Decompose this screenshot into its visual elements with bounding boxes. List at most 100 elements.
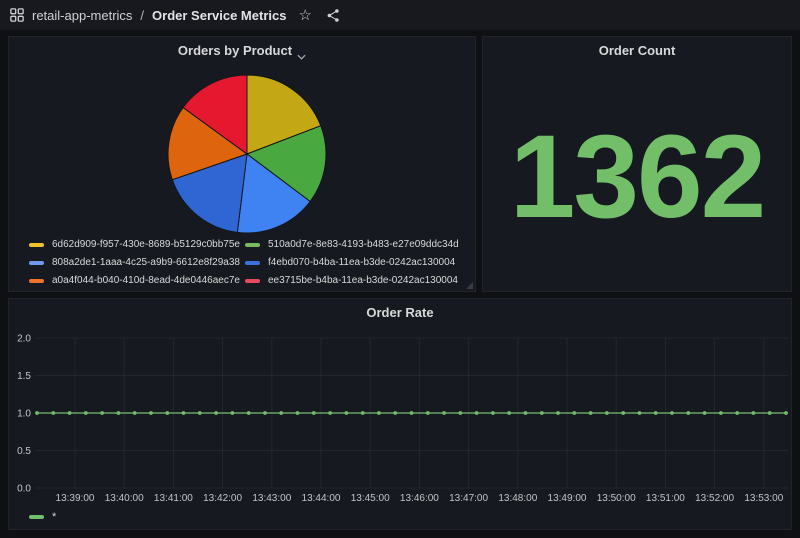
legend-swatch bbox=[29, 515, 44, 519]
data-point bbox=[572, 411, 576, 415]
legend-swatch bbox=[245, 261, 260, 265]
y-tick-label: 0.0 bbox=[17, 484, 31, 495]
data-point bbox=[198, 411, 202, 415]
y-tick-label: 1.5 bbox=[17, 371, 31, 382]
panel-title-menu-order-count[interactable]: Order Count bbox=[483, 37, 791, 63]
pie-legend-item[interactable]: 6d62d909-f957-430e-8689-b5129c0bb75e bbox=[29, 237, 245, 252]
data-point bbox=[589, 411, 593, 415]
data-point bbox=[84, 411, 88, 415]
top-navbar: retail-app-metrics / Order Service Metri… bbox=[0, 0, 800, 30]
legend-swatch bbox=[245, 243, 260, 247]
data-point bbox=[214, 411, 218, 415]
legend-label: a0a4f044-b040-410d-8ead-4de0446aec7e bbox=[52, 275, 240, 286]
data-point bbox=[752, 411, 756, 415]
data-point bbox=[621, 411, 625, 415]
breadcrumb-separator: / bbox=[140, 8, 144, 23]
data-point bbox=[410, 411, 414, 415]
data-point bbox=[556, 411, 560, 415]
data-point bbox=[768, 411, 772, 415]
x-tick-label: 13:47:00 bbox=[449, 493, 488, 504]
pie-legend-item[interactable]: 808a2de1-1aaa-4c25-a9b9-6612e8f29a38 bbox=[29, 255, 245, 270]
pie-legend: 6d62d909-f957-430e-8689-b5129c0bb75e 510a… bbox=[29, 237, 469, 288]
legend-swatch bbox=[245, 279, 260, 283]
legend-label: f4ebd070-b4ba-11ea-b3de-0242ac130004 bbox=[268, 257, 455, 268]
data-point bbox=[133, 411, 137, 415]
breadcrumb-dashboard-title[interactable]: Order Service Metrics bbox=[152, 8, 286, 23]
pie-legend-item[interactable]: ee3715be-b4ba-11ea-b3de-0242ac130004 bbox=[245, 273, 469, 288]
data-point bbox=[442, 411, 446, 415]
data-point bbox=[231, 411, 235, 415]
panel-orders-by-product: Orders by Product 6d62d909-f957-430e-868… bbox=[8, 36, 476, 292]
data-point bbox=[491, 411, 495, 415]
data-point bbox=[165, 411, 169, 415]
data-point bbox=[68, 411, 72, 415]
x-tick-label: 13:53:00 bbox=[744, 493, 783, 504]
data-point bbox=[719, 411, 723, 415]
panel-order-count: Order Count 1362 bbox=[482, 36, 792, 292]
data-point bbox=[328, 411, 332, 415]
breadcrumb-folder[interactable]: retail-app-metrics bbox=[32, 8, 132, 23]
data-point bbox=[279, 411, 283, 415]
legend-swatch bbox=[29, 261, 44, 265]
x-tick-label: 13:41:00 bbox=[154, 493, 193, 504]
data-point bbox=[263, 411, 267, 415]
x-tick-label: 13:43:00 bbox=[252, 493, 291, 504]
panel-title-menu-order-rate[interactable]: Order Rate bbox=[9, 299, 791, 325]
data-point bbox=[654, 411, 658, 415]
data-point bbox=[458, 411, 462, 415]
data-point bbox=[426, 411, 430, 415]
legend-swatch bbox=[29, 243, 44, 247]
legend-swatch bbox=[29, 279, 44, 283]
data-point bbox=[51, 411, 55, 415]
stat-value: 1362 bbox=[483, 63, 791, 291]
data-point bbox=[670, 411, 674, 415]
share-icon[interactable] bbox=[326, 8, 341, 23]
chevron-down-icon bbox=[297, 47, 306, 53]
data-point bbox=[735, 411, 739, 415]
panel-title: Orders by Product bbox=[178, 43, 292, 58]
x-tick-label: 13:52:00 bbox=[695, 493, 734, 504]
data-point bbox=[296, 411, 300, 415]
data-point bbox=[393, 411, 397, 415]
x-tick-label: 13:50:00 bbox=[597, 493, 636, 504]
legend-label: 510a0d7e-8e83-4193-b483-e27e09ddc34d bbox=[268, 239, 459, 250]
x-tick-label: 13:44:00 bbox=[302, 493, 341, 504]
panel-resize-handle[interactable] bbox=[466, 282, 473, 289]
data-point bbox=[100, 411, 104, 415]
data-point bbox=[345, 411, 349, 415]
y-tick-label: 2.0 bbox=[17, 334, 31, 345]
data-point bbox=[35, 411, 39, 415]
pie-chart bbox=[166, 73, 328, 235]
data-point bbox=[686, 411, 690, 415]
pie-legend-item[interactable]: a0a4f044-b040-410d-8ead-4de0446aec7e bbox=[29, 273, 245, 288]
legend-label: 808a2de1-1aaa-4c25-a9b9-6612e8f29a38 bbox=[52, 257, 240, 268]
panel-title: Order Count bbox=[599, 43, 676, 58]
x-tick-label: 13:40:00 bbox=[105, 493, 144, 504]
x-tick-label: 13:46:00 bbox=[400, 493, 439, 504]
data-point bbox=[377, 411, 381, 415]
x-tick-label: 13:49:00 bbox=[548, 493, 587, 504]
panel-title-menu-orders-by-product[interactable]: Orders by Product bbox=[9, 37, 475, 63]
data-point bbox=[703, 411, 707, 415]
legend-label: 6d62d909-f957-430e-8689-b5129c0bb75e bbox=[52, 239, 240, 250]
data-point bbox=[784, 411, 788, 415]
data-point bbox=[117, 411, 121, 415]
data-point bbox=[247, 411, 251, 415]
data-point bbox=[182, 411, 186, 415]
x-tick-label: 13:51:00 bbox=[646, 493, 685, 504]
y-tick-label: 0.5 bbox=[17, 446, 31, 457]
pie-legend-item[interactable]: f4ebd070-b4ba-11ea-b3de-0242ac130004 bbox=[245, 255, 469, 270]
series-legend-item[interactable]: * bbox=[29, 511, 56, 523]
legend-label: ee3715be-b4ba-11ea-b3de-0242ac130004 bbox=[268, 275, 458, 286]
data-point bbox=[149, 411, 153, 415]
panel-order-rate: 2.01.51.00.50.013:39:0013:40:0013:41:001… bbox=[8, 298, 792, 530]
data-point bbox=[475, 411, 479, 415]
pie-legend-item[interactable]: 510a0d7e-8e83-4193-b483-e27e09ddc34d bbox=[245, 237, 469, 252]
y-tick-label: 1.0 bbox=[17, 409, 31, 420]
x-tick-label: 13:42:00 bbox=[203, 493, 242, 504]
legend-label: * bbox=[52, 511, 56, 523]
star-icon[interactable]: ☆ bbox=[298, 8, 311, 23]
data-point bbox=[312, 411, 316, 415]
dashboards-grid-icon[interactable] bbox=[10, 8, 24, 22]
data-point bbox=[361, 411, 365, 415]
